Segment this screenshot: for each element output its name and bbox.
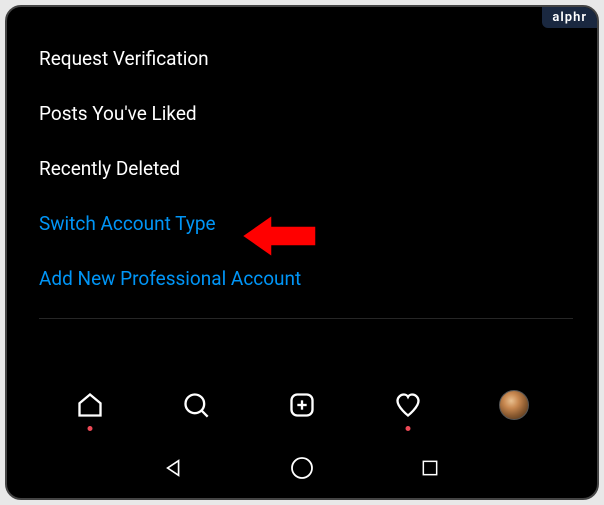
nav-home[interactable] [74, 389, 106, 421]
settings-list: Request Verification Posts You've Liked … [7, 7, 597, 319]
watermark-badge: alphr [542, 7, 597, 28]
nav-activity[interactable] [392, 389, 424, 421]
instagram-bottom-nav [7, 378, 597, 432]
home-circle-icon [290, 456, 314, 480]
system-recents-button[interactable] [416, 454, 444, 482]
recently-deleted-item[interactable]: Recently Deleted [39, 141, 573, 196]
red-arrow-annotation [240, 211, 320, 261]
separator [39, 318, 573, 319]
phone-screen: alphr Request Verification Posts You've … [5, 5, 599, 500]
back-icon [163, 457, 185, 479]
system-home-button[interactable] [288, 454, 316, 482]
notification-dot [406, 426, 411, 431]
activity-icon [394, 391, 422, 419]
notification-dot [88, 426, 93, 431]
recents-icon [420, 458, 440, 478]
nav-profile[interactable] [498, 389, 530, 421]
search-icon [182, 391, 210, 419]
nav-create[interactable] [286, 389, 318, 421]
profile-avatar [499, 390, 529, 420]
nav-search[interactable] [180, 389, 212, 421]
home-icon [76, 391, 104, 419]
posts-liked-item[interactable]: Posts You've Liked [39, 86, 573, 141]
request-verification-item[interactable]: Request Verification [39, 31, 573, 86]
system-back-button[interactable] [160, 454, 188, 482]
android-system-nav [7, 438, 597, 498]
create-icon [288, 391, 316, 419]
